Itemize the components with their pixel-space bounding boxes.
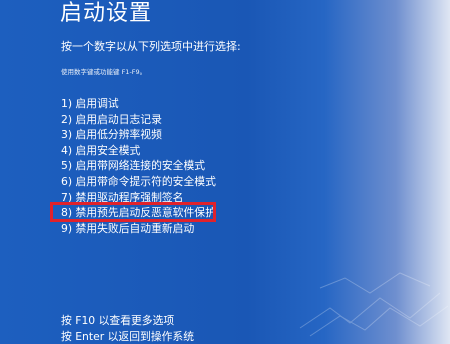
option-enable-safe-mode-networking[interactable]: 5) 启用带网络连接的安全模式 — [61, 158, 216, 174]
page-title: 启动设置 — [60, 1, 153, 26]
option-enable-low-resolution-video[interactable]: 3) 启用低分辨率视频 — [61, 127, 216, 143]
options-list: 1) 启用调试 2) 启用启动日志记录 3) 启用低分辨率视频 4) 启用安全模… — [61, 96, 216, 236]
option-enable-safe-mode-command-prompt[interactable]: 6) 启用带命令提示符的安全模式 — [61, 174, 216, 190]
more-options-hint: 按 F10 以查看更多选项 — [61, 314, 175, 327]
option-disable-driver-signature-enforcement[interactable]: 7) 禁用驱动程序强制签名 — [61, 190, 216, 206]
startup-settings-screen: 启动设置 按一个数字以从下列选项中进行选择: 使用数字键或功能键 F1-F9。 … — [0, 0, 450, 343]
option-enable-debugging[interactable]: 1) 启用调试 — [61, 96, 216, 112]
watermark-pattern — [299, 272, 449, 337]
option-enable-boot-logging[interactable]: 2) 启用启动日志记录 — [61, 112, 216, 128]
key-hint: 使用数字键或功能键 F1-F9。 — [61, 68, 147, 76]
selection-prompt: 按一个数字以从下列选项中进行选择: — [61, 40, 241, 53]
option-enable-safe-mode[interactable]: 4) 启用安全模式 — [61, 143, 216, 159]
option-disable-auto-restart-on-failure[interactable]: 9) 禁用失败后自动重新启动 — [61, 221, 216, 237]
option-disable-early-launch-antimalware[interactable]: 8) 禁用预先启动反恶意软件保护 — [61, 205, 216, 221]
return-to-os-hint: 按 Enter 以返回到操作系统 — [61, 330, 195, 343]
